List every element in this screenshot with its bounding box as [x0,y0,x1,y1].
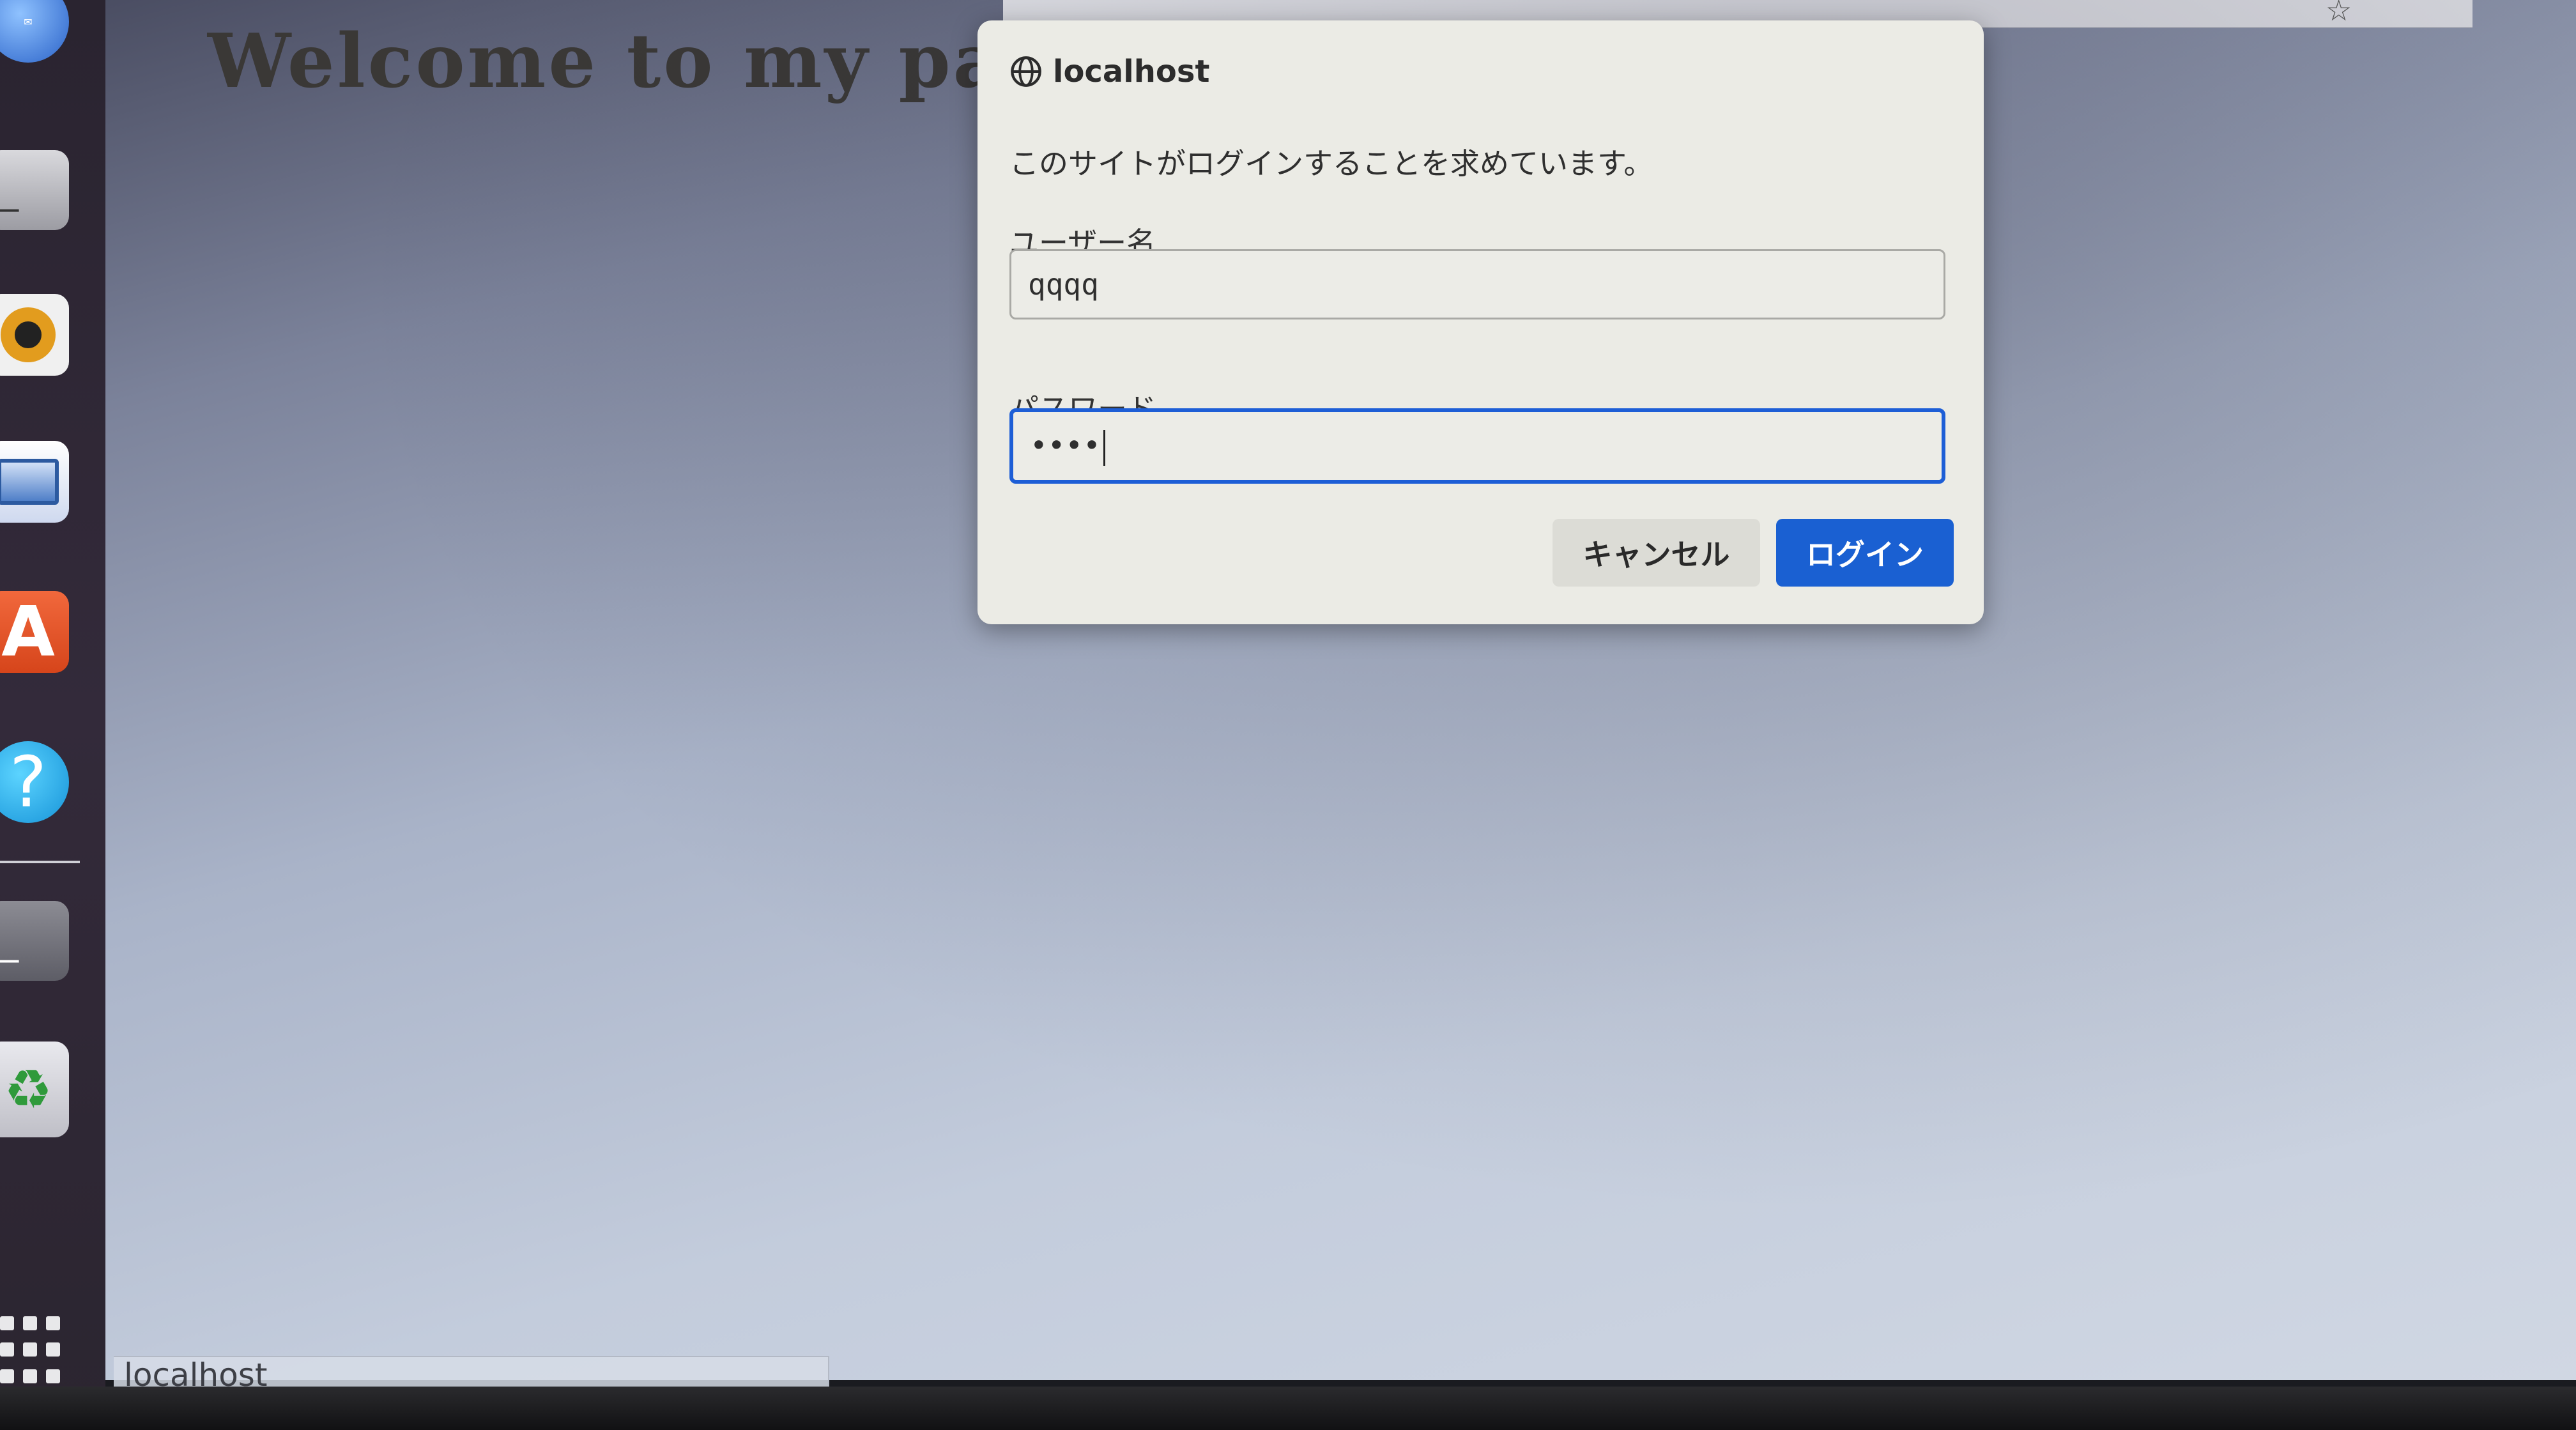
help-glyph: ? [9,741,47,823]
show-apps-icon[interactable] [0,1316,70,1387]
bookmark-star-icon[interactable]: ☆ [2326,0,2352,25]
help-icon[interactable]: ? [0,741,69,823]
terminal-icon[interactable]: _ [0,150,69,230]
cancel-button[interactable]: キャンセル [1552,519,1760,587]
username-value: qqqq [1028,267,1099,302]
login-dialog: localhost このサイトがログインすることを求めています。 ユーザー名 q… [977,20,1984,624]
terminal-glyph: _ [0,168,19,212]
dock-separator [0,861,80,863]
password-field[interactable]: •••• [1009,408,1945,484]
dock: ✉ _ A ? _ ♻ [0,0,105,1430]
trash-glyph: ♻ [4,1058,52,1121]
terminal-icon[interactable]: _ [0,901,69,981]
dialog-origin: localhost [1053,54,1210,89]
rhythmbox-icon[interactable] [0,294,69,376]
monitor-bezel [0,1387,2576,1430]
login-button[interactable]: ログイン [1776,519,1954,587]
text-caret [1103,429,1105,466]
dialog-header: localhost [1009,54,1209,89]
libreoffice-writer-icon[interactable] [0,441,69,523]
software-center-glyph: A [1,592,55,672]
thunderbird-icon[interactable]: ✉ [0,0,69,63]
page-heading: Welcome to my page [208,18,1108,105]
username-field[interactable]: qqqq [1009,249,1945,319]
password-value: •••• [1030,428,1101,463]
software-center-icon[interactable]: A [0,591,69,673]
dialog-message: このサイトがログインすることを求めています。 [1009,146,1653,181]
trash-icon[interactable]: ♻ [0,1042,69,1137]
terminal-glyph: _ [0,919,19,963]
globe-icon [1011,56,1041,87]
